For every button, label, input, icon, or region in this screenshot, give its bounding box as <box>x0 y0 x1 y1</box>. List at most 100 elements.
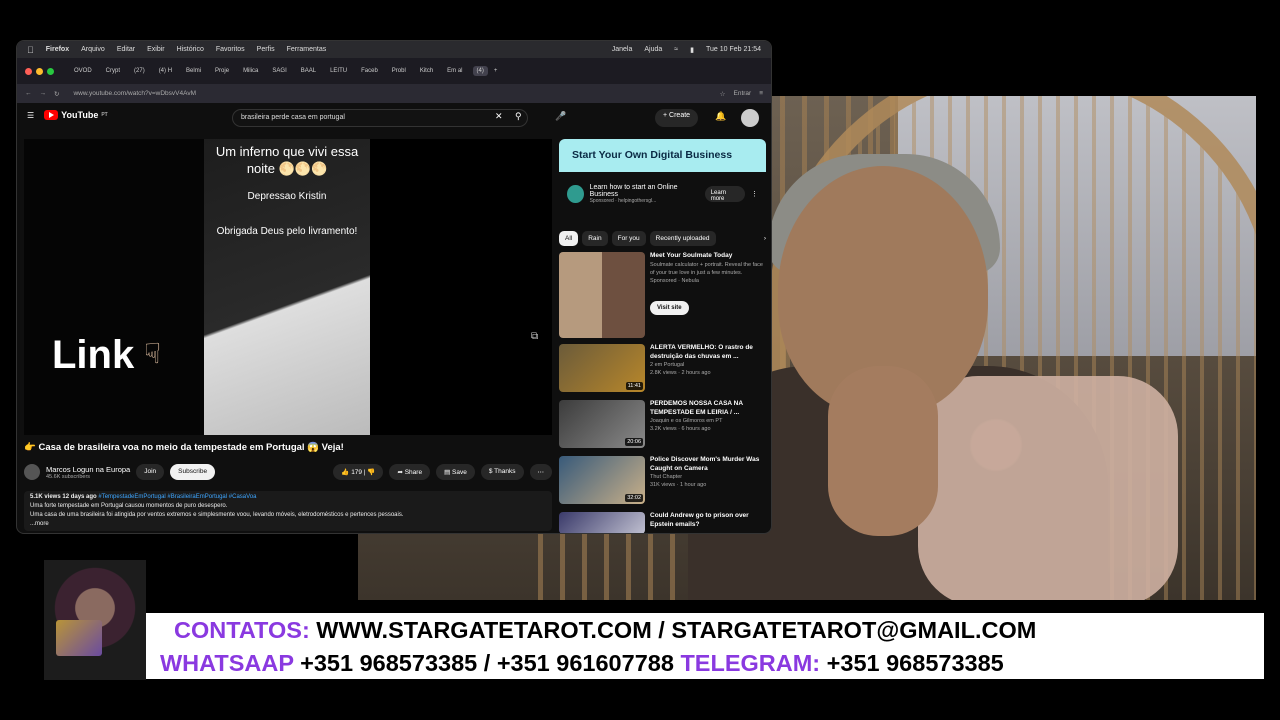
battery-icon[interactable]: ▮ <box>690 46 694 54</box>
sidebar-ad[interactable]: Start Your Own Digital Business Learn ho… <box>559 139 766 219</box>
apple-icon[interactable]:  <box>27 45 34 55</box>
address-bar[interactable]: www.youtube.com/watch?v=wDbsvV4AvM <box>67 90 711 97</box>
browser-tab[interactable]: (4) H <box>155 66 176 76</box>
menu-ajuda[interactable]: Ajuda <box>644 46 662 53</box>
visit-site-button[interactable]: Visit site <box>650 300 689 315</box>
account-avatar[interactable] <box>741 109 759 127</box>
picture-in-picture-icon[interactable]: ⧉ <box>531 331 538 342</box>
back-icon[interactable]: ← <box>25 90 32 97</box>
related-video[interactable]: 32:02 Police Discover Mom's Murder Was C… <box>559 456 766 504</box>
video-player[interactable]: Link ☟ Um inferno que vivi essa noite 🌕🌕… <box>24 139 552 435</box>
related-video[interactable]: 11:41 ALERTA VERMELHO: O rastro de destr… <box>559 344 766 392</box>
related-video[interactable]: 20:06 PERDEMOS NOSSA CASA NA TEMPESTADE … <box>559 400 766 448</box>
system-clock[interactable]: Tue 10 Feb 21:54 <box>706 46 761 53</box>
related-title[interactable]: Police Discover Mom's Murder Was Caught … <box>650 456 766 473</box>
related-info: Police Discover Mom's Murder Was Caught … <box>650 456 766 504</box>
like-button[interactable]: 👍 179 | 👎 <box>333 464 384 480</box>
related-thumbnail[interactable] <box>559 512 645 533</box>
related-channel: 2 em Portugal <box>650 362 685 368</box>
show-more-link[interactable]: ...more <box>30 520 546 529</box>
microphone-icon[interactable]: 🎤 <box>555 111 566 122</box>
related-title[interactable]: Meet Your Soulmate Today <box>650 252 766 261</box>
channel-info: Marcos Logun na Europa 45.6K subscribers <box>46 465 130 480</box>
chip-all[interactable]: All <box>559 231 579 246</box>
browser-tab[interactable]: Milica <box>239 66 262 76</box>
chip-recently-uploaded[interactable]: Recently uploaded <box>649 231 716 246</box>
youtube-play-icon <box>44 110 59 120</box>
new-tab-icon[interactable]: + <box>494 68 498 74</box>
menu-exibir[interactable]: Exibir <box>147 46 165 53</box>
save-button[interactable]: ▤ Save <box>436 464 475 480</box>
related-video[interactable]: Meet Your Soulmate Today Soulmate calcul… <box>559 252 766 338</box>
join-button[interactable]: Join <box>136 464 165 480</box>
related-thumbnail[interactable]: 11:41 <box>559 344 645 392</box>
signin-button[interactable]: Entrar <box>734 90 752 97</box>
menu-historico[interactable]: Histórico <box>177 46 204 53</box>
related-video[interactable]: Could Andrew go to prison over Epstein e… <box>559 512 766 533</box>
browser-tab[interactable]: Em al <box>443 66 466 76</box>
browser-tab[interactable]: (27) <box>130 66 149 76</box>
browser-window:  Firefox Arquivo Editar Exibir Históric… <box>16 40 772 534</box>
close-window-button[interactable] <box>25 67 32 75</box>
channel-name[interactable]: Marcos Logun na Europa <box>46 465 130 474</box>
stream-canvas:  Firefox Arquivo Editar Exibir Históric… <box>0 0 1280 720</box>
chip-for-you[interactable]: For you <box>611 231 646 246</box>
video-description[interactable]: 5.1K views 12 days ago #TempestadeEmPort… <box>24 491 552 531</box>
ad-menu-icon[interactable]: ⋮ <box>751 190 758 198</box>
reload-icon[interactable]: ↻ <box>54 90 59 98</box>
related-title[interactable]: PERDEMOS NOSSA CASA NA TEMPESTADE EM LEI… <box>650 400 766 417</box>
related-thumbnail[interactable] <box>559 252 645 338</box>
zoom-window-button[interactable] <box>47 67 54 75</box>
browser-tab[interactable]: LEITU <box>326 66 351 76</box>
youtube-logo[interactable]: YouTube PT <box>44 110 108 120</box>
browser-tab[interactable]: SAGI <box>268 66 290 76</box>
menu-editar[interactable]: Editar <box>117 46 135 53</box>
menu-janela[interactable]: Janela <box>612 46 633 53</box>
pointing-hand-icon: ☟ <box>144 338 162 369</box>
related-thumbnail[interactable]: 20:06 <box>559 400 645 448</box>
channel-avatar[interactable] <box>24 464 40 480</box>
notifications-bell-icon[interactable]: 🔔 <box>715 111 726 122</box>
chip-rain[interactable]: Rain <box>582 231 608 246</box>
hamburger-icon[interactable]: ☰ <box>27 111 34 120</box>
related-sponsor: Sponsored · Nebula <box>650 277 699 284</box>
search-icon[interactable]: ⚲ <box>515 111 522 122</box>
create-button[interactable]: + Create <box>655 109 699 127</box>
ad-text: Learn how to start an Online Business Sp… <box>590 184 699 204</box>
related-thumbnail[interactable]: 32:02 <box>559 456 645 504</box>
related-title[interactable]: Could Andrew go to prison over Epstein e… <box>650 512 766 529</box>
clear-search-icon[interactable]: ✕ <box>495 111 503 122</box>
menu-firefox[interactable]: Firefox <box>46 46 69 53</box>
browser-tab-active[interactable]: (4) <box>472 66 488 76</box>
share-button[interactable]: ➦ Share <box>389 464 431 480</box>
menu-favoritos[interactable]: Favoritos <box>216 46 245 53</box>
menu-ferramentas[interactable]: Ferramentas <box>287 46 327 53</box>
browser-tab[interactable]: Proje <box>211 66 233 76</box>
advertiser-logo <box>567 185 584 203</box>
browser-tab[interactable]: OVOD <box>70 66 96 76</box>
related-title[interactable]: ALERTA VERMELHO: O rastro de destruição … <box>650 344 766 361</box>
browser-tab[interactable]: Belmi <box>182 66 205 76</box>
subscribe-button[interactable]: Subscribe <box>170 464 216 480</box>
more-actions-icon[interactable]: ⋯ <box>529 464 552 480</box>
browser-tab[interactable]: Crypt <box>102 66 124 76</box>
presenter-scarf <box>918 376 1178 600</box>
thanks-button[interactable]: $ Thanks <box>480 464 524 480</box>
chevron-right-icon[interactable]: › <box>764 235 766 242</box>
wifi-icon[interactable]: ≈ <box>674 46 678 53</box>
browser-tab[interactable]: Kitch <box>416 66 437 76</box>
browser-tab[interactable]: Faceb <box>357 66 382 76</box>
menu-perfis[interactable]: Perfis <box>257 46 275 53</box>
menu-arquivo[interactable]: Arquivo <box>81 46 105 53</box>
description-tags[interactable]: #TempestadeEmPortugal #BrasileiraEmPortu… <box>98 494 256 500</box>
browser-tab[interactable]: BAAL <box>297 66 320 76</box>
search-input[interactable]: brasileira perde casa em portugal <box>232 109 528 127</box>
menu-icon[interactable]: ≡ <box>759 90 763 97</box>
browser-tab[interactable]: Probl <box>388 66 410 76</box>
bookmark-star-icon[interactable]: ☆ <box>720 90 726 98</box>
forward-icon[interactable]: → <box>40 90 47 97</box>
tab-strip: OVOD Crypt (27) (4) H Belmi Proje Milica… <box>17 58 771 84</box>
ad-banner-title[interactable]: Start Your Own Digital Business <box>559 139 766 172</box>
minimize-window-button[interactable] <box>36 67 43 75</box>
learn-more-button[interactable]: Learn more <box>704 186 745 202</box>
